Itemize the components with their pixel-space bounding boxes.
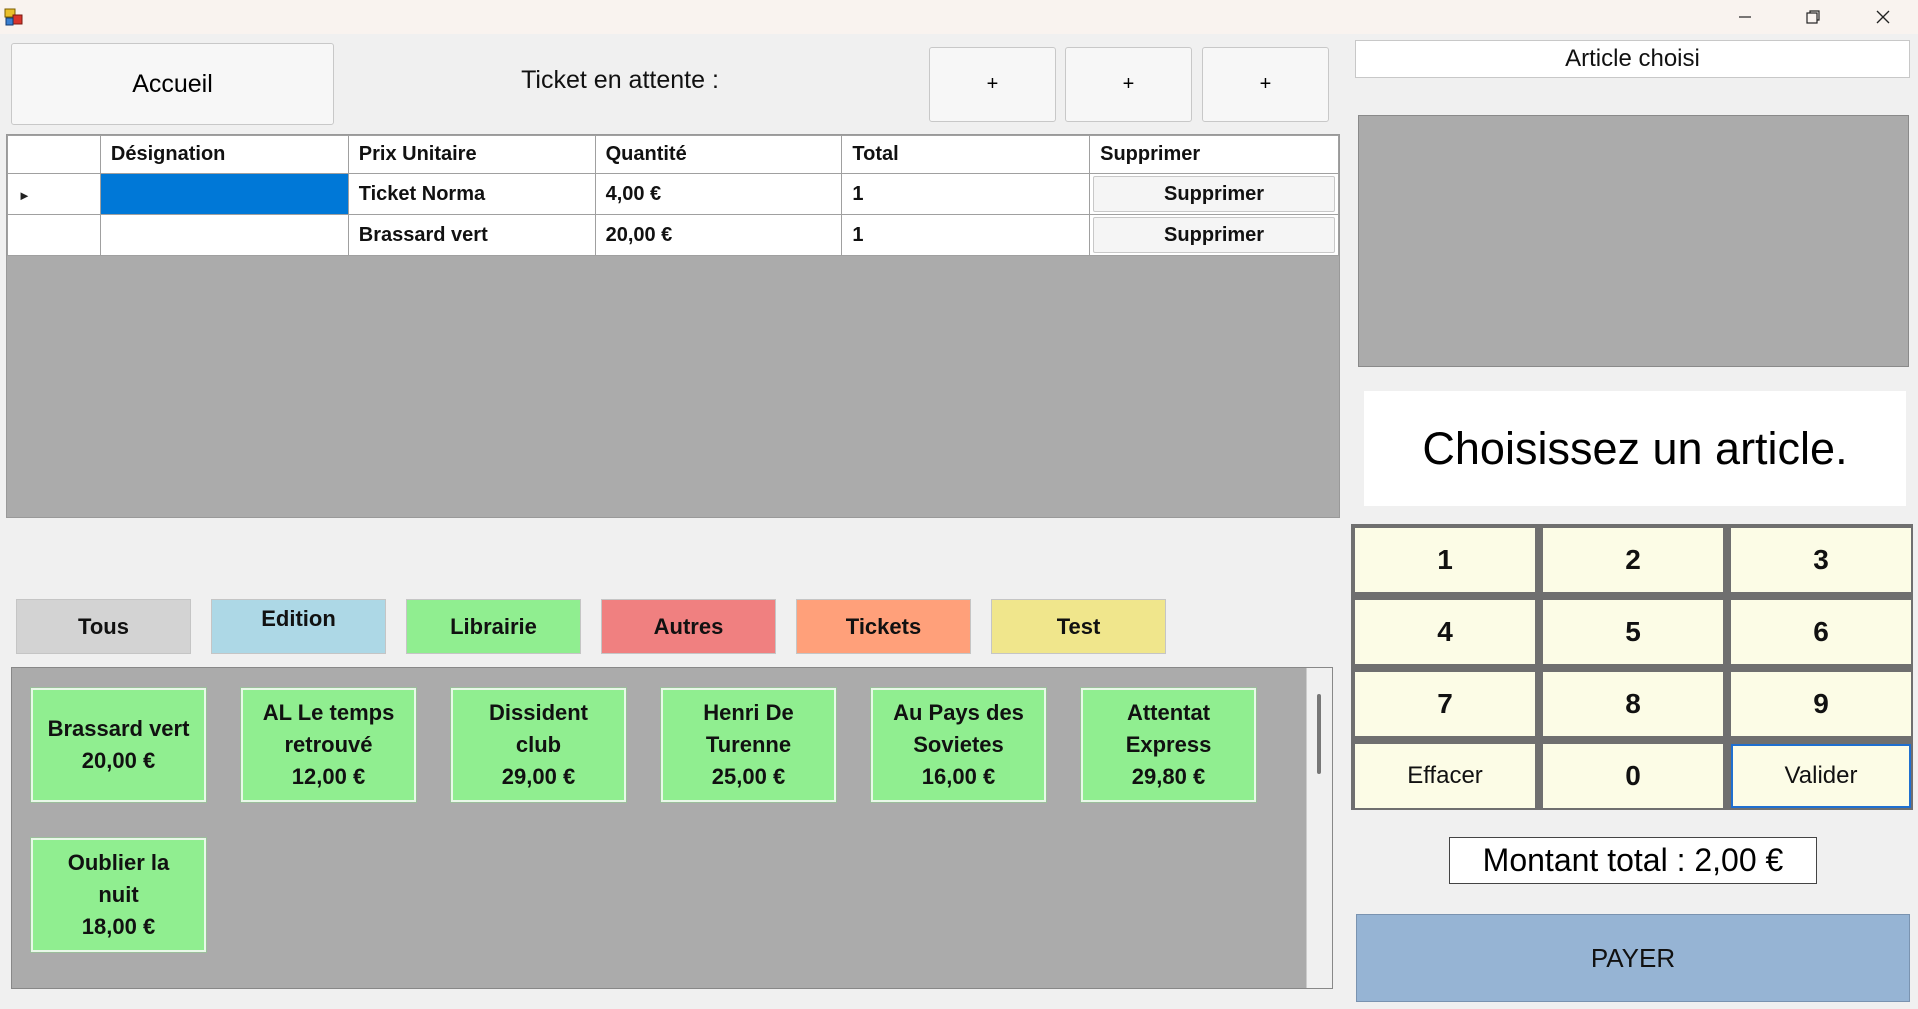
product-price: 16,00 € bbox=[921, 764, 996, 789]
column-header-quantite[interactable]: Quantité bbox=[594, 135, 843, 174]
row-selector[interactable] bbox=[7, 214, 101, 256]
key-3[interactable]: 3 bbox=[1731, 528, 1911, 592]
product-button[interactable]: Oublier la nuit 18,00 € bbox=[31, 838, 206, 952]
key-9[interactable]: 9 bbox=[1731, 672, 1911, 736]
minimize-icon bbox=[1739, 16, 1751, 18]
category-test-button[interactable]: Test bbox=[991, 599, 1166, 654]
product-scrollbar[interactable] bbox=[1306, 668, 1332, 988]
category-librairie-button[interactable]: Librairie bbox=[406, 599, 581, 654]
article-image-placeholder bbox=[1358, 115, 1909, 367]
cell-total[interactable]: 1 bbox=[841, 173, 1091, 215]
product-button[interactable]: Dissident club 29,00 € bbox=[451, 688, 626, 802]
category-tous-button[interactable]: Tous bbox=[16, 599, 191, 654]
product-button[interactable]: Attentat Express 29,80 € bbox=[1081, 688, 1256, 802]
column-header-prix-unitaire[interactable]: Prix Unitaire bbox=[347, 135, 596, 174]
cell-designation[interactable] bbox=[99, 214, 349, 256]
pending-ticket-add-button-3[interactable]: + bbox=[1202, 47, 1329, 122]
close-button[interactable] bbox=[1848, 0, 1918, 34]
cell-total[interactable]: 1 bbox=[841, 214, 1091, 256]
product-button[interactable]: Henri De Turenne 25,00 € bbox=[661, 688, 836, 802]
cell-designation[interactable] bbox=[99, 173, 349, 215]
title-bar bbox=[0, 0, 1918, 34]
column-header-supprimer[interactable]: Supprimer bbox=[1089, 135, 1339, 174]
product-price: 25,00 € bbox=[711, 764, 786, 789]
column-header-designation[interactable]: Désignation bbox=[99, 135, 349, 174]
row-pointer-icon: ► bbox=[18, 187, 31, 203]
cell-prix[interactable]: Ticket Norma bbox=[347, 173, 596, 215]
close-icon bbox=[1876, 10, 1890, 24]
category-tickets-button[interactable]: Tickets bbox=[796, 599, 971, 654]
cell-supprimer: Supprimer bbox=[1089, 173, 1339, 215]
table-header-row: Désignation Prix Unitaire Quantité Total… bbox=[7, 135, 1339, 174]
cell-supprimer: Supprimer bbox=[1089, 214, 1339, 256]
clear-button[interactable]: Effacer bbox=[1355, 744, 1535, 808]
key-2[interactable]: 2 bbox=[1543, 528, 1723, 592]
product-price: 12,00 € bbox=[291, 764, 366, 789]
key-1[interactable]: 1 bbox=[1355, 528, 1535, 592]
table-row[interactable]: ► Ticket Norma 4,00 € 1 Supprimer bbox=[7, 173, 1339, 215]
key-4[interactable]: 4 bbox=[1355, 600, 1535, 664]
cell-prix[interactable]: Brassard vert bbox=[347, 214, 596, 256]
row-selector[interactable]: ► bbox=[7, 173, 101, 215]
numeric-keypad: 1 2 3 4 5 6 7 8 9 Effacer 0 Valider bbox=[1351, 524, 1913, 810]
product-name: Attentat Express bbox=[1125, 700, 1212, 757]
restore-icon bbox=[1806, 10, 1820, 24]
product-button[interactable]: Brassard vert 20,00 € bbox=[31, 688, 206, 802]
product-button[interactable]: AL Le temps retrouvé 12,00 € bbox=[241, 688, 416, 802]
pending-ticket-add-button-2[interactable]: + bbox=[1065, 47, 1192, 122]
selected-article-title: Article choisi bbox=[1355, 40, 1910, 78]
row-header-corner bbox=[7, 135, 101, 174]
product-price: 20,00 € bbox=[81, 748, 156, 773]
minimize-button[interactable] bbox=[1710, 0, 1780, 34]
key-0[interactable]: 0 bbox=[1543, 744, 1723, 808]
product-name: Dissident club bbox=[488, 700, 589, 757]
status-message: Choisissez un article. bbox=[1364, 391, 1906, 506]
home-button[interactable]: Accueil bbox=[11, 43, 334, 125]
product-name: Au Pays des Sovietes bbox=[893, 700, 1024, 757]
product-price: 29,00 € bbox=[501, 764, 576, 789]
cart-grid: Désignation Prix Unitaire Quantité Total… bbox=[6, 134, 1340, 518]
product-name: Henri De Turenne bbox=[703, 700, 794, 757]
column-header-total[interactable]: Total bbox=[841, 135, 1091, 174]
total-amount: Montant total : 2,00 € bbox=[1449, 837, 1817, 884]
product-name: Brassard vert bbox=[47, 716, 190, 741]
product-price: 29,80 € bbox=[1131, 764, 1206, 789]
key-5[interactable]: 5 bbox=[1543, 600, 1723, 664]
validate-button[interactable]: Valider bbox=[1731, 744, 1911, 808]
delete-row-button[interactable]: Supprimer bbox=[1093, 176, 1335, 212]
cart-table: Désignation Prix Unitaire Quantité Total… bbox=[7, 135, 1339, 256]
category-edition-button[interactable]: Edition bbox=[211, 599, 386, 654]
scrollbar-thumb[interactable] bbox=[1317, 694, 1321, 774]
table-row[interactable]: Brassard vert 20,00 € 1 Supprimer bbox=[7, 214, 1339, 256]
product-button[interactable]: Au Pays des Sovietes 16,00 € bbox=[871, 688, 1046, 802]
product-name: Oublier la nuit bbox=[67, 850, 170, 907]
pending-ticket-add-button-1[interactable]: + bbox=[929, 47, 1056, 122]
pay-button[interactable]: PAYER bbox=[1356, 914, 1910, 1002]
cell-quantite[interactable]: 4,00 € bbox=[594, 173, 843, 215]
key-6[interactable]: 6 bbox=[1731, 600, 1911, 664]
key-7[interactable]: 7 bbox=[1355, 672, 1535, 736]
delete-row-button[interactable]: Supprimer bbox=[1093, 217, 1335, 253]
cell-quantite[interactable]: 20,00 € bbox=[594, 214, 843, 256]
pending-ticket-label: Ticket en attente : bbox=[521, 66, 719, 94]
product-name: AL Le temps retrouvé bbox=[262, 700, 395, 757]
restore-button[interactable] bbox=[1778, 0, 1848, 34]
category-autres-button[interactable]: Autres bbox=[601, 599, 776, 654]
product-price: 18,00 € bbox=[81, 914, 156, 939]
product-panel: Brassard vert 20,00 € AL Le temps retrou… bbox=[11, 667, 1333, 989]
key-8[interactable]: 8 bbox=[1543, 672, 1723, 736]
app-icon bbox=[4, 8, 23, 26]
